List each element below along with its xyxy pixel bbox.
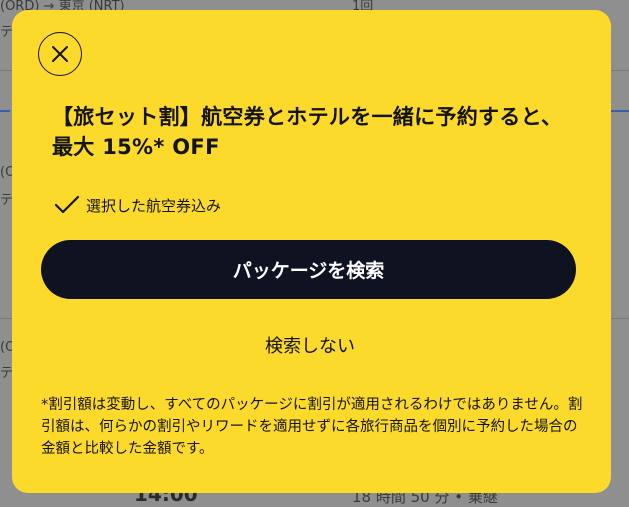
dialog-title: 【旅セット割】航空券とホテルを一緒に予約すると、最大 15%* OFF — [52, 105, 563, 159]
blue-accent — [611, 110, 629, 112]
close-button[interactable] — [38, 32, 82, 76]
search-package-button[interactable]: パッケージを検索 — [41, 240, 576, 299]
included-flight-row: 選択した航空券込み — [54, 194, 221, 216]
dont-search-button[interactable]: 検索しない — [212, 328, 408, 362]
package-upsell-dialog: 【旅セット割】航空券とホテルを一緒に予約すると、最大 15%* OFF 選択した… — [12, 10, 611, 493]
blue-accent — [0, 110, 10, 112]
checkmark-icon — [54, 195, 80, 214]
included-flight-label: 選択した航空券込み — [86, 196, 222, 215]
discount-disclaimer: *割引額は変動し、すべてのパッケージに割引が適用されるわけではありません。割引額… — [41, 397, 583, 457]
close-icon — [52, 46, 68, 62]
